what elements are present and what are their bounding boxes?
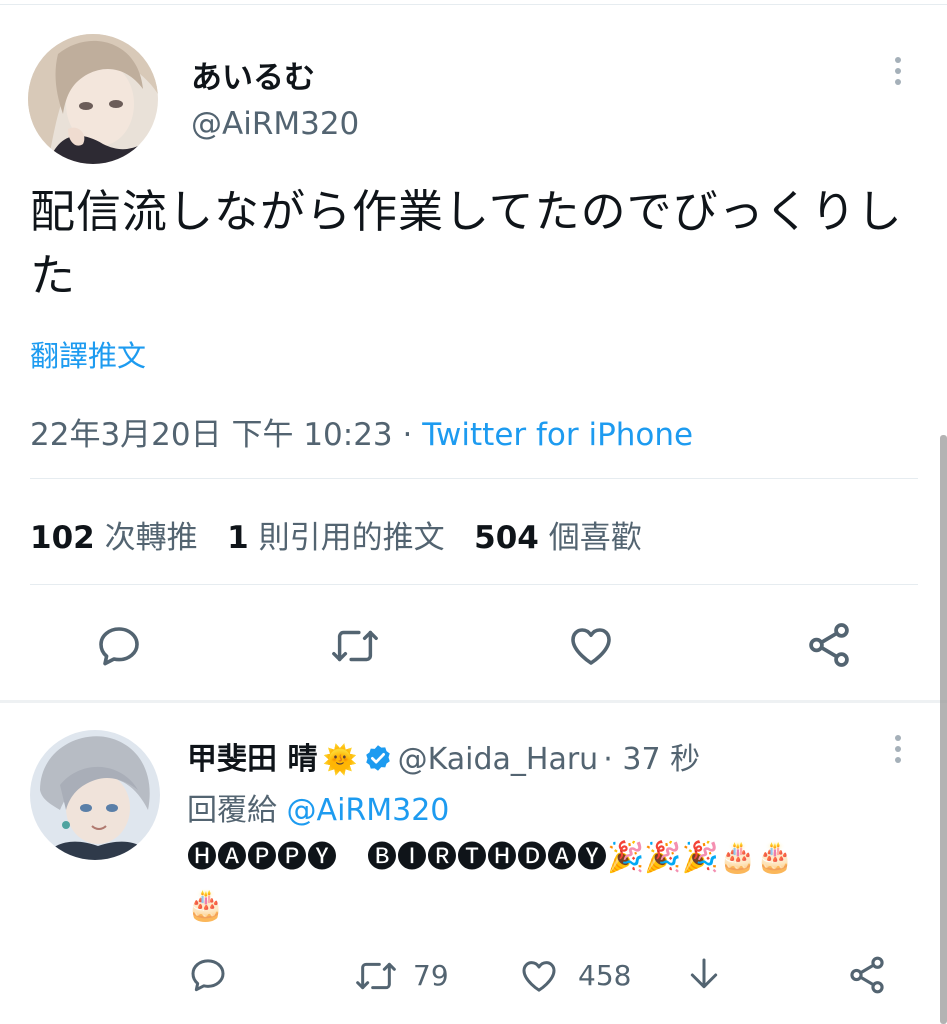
sun-emoji: 🌞 [322, 743, 358, 776]
reply-reply-button[interactable] [188, 955, 228, 995]
top-divider [0, 4, 947, 5]
download-arrow-icon [690, 958, 718, 989]
likes-count: 504 [474, 520, 539, 556]
replying-to: 回覆給 @AiRM320 [187, 785, 449, 829]
reply-icon [191, 959, 225, 992]
retweets-label: 次轉推 [104, 520, 198, 556]
retweets-stat[interactable]: 102 次轉推 [30, 520, 198, 556]
tweet-separator [0, 700, 947, 703]
verified-badge-icon [363, 743, 393, 777]
quotes-stat[interactable]: 1 則引用的推文 [227, 520, 444, 556]
tweet-timestamp[interactable]: 22年3月20日 下午 10:23 · [30, 417, 422, 453]
like-icon [571, 628, 611, 665]
tweet-stats: 102 次轉推 1 則引用的推文 504 個喜歡 [30, 512, 642, 557]
retweet-button[interactable] [330, 622, 380, 670]
reply-more-options-icon[interactable] [895, 735, 901, 768]
reply-download-button[interactable] [684, 954, 724, 996]
reply-button[interactable] [95, 622, 143, 670]
reply-display-name[interactable]: 甲斐田 晴 [187, 742, 317, 777]
likes-stat[interactable]: 504 個喜歡 [474, 520, 642, 556]
reply-like-button[interactable] [518, 956, 560, 996]
likes-label: 個喜歡 [548, 520, 642, 556]
reply-share-button[interactable] [846, 954, 888, 996]
reply-retweet-button[interactable] [354, 956, 398, 996]
reply-icon [99, 627, 139, 666]
author-avatar[interactable] [28, 34, 158, 164]
reply-text-line-2: 🎂 [187, 888, 225, 923]
share-icon [850, 956, 884, 994]
like-icon [522, 961, 556, 992]
replying-to-label: 回覆給 [187, 793, 287, 828]
quotes-count: 1 [227, 520, 249, 556]
quotes-label: 則引用的推文 [258, 520, 445, 556]
tweet-text: 配信流しながら作業してたのでびっくりした [30, 185, 903, 302]
retweets-count: 102 [30, 520, 95, 556]
reply-header: 甲斐田 晴 🌞 @Kaida_Haru · 37 秒 [187, 734, 700, 778]
share-button[interactable] [804, 620, 854, 670]
translate-link[interactable]: 翻譯推文 [30, 333, 146, 375]
reply-time[interactable]: · 37 秒 [603, 742, 700, 777]
reply-like-count: 458 [578, 959, 632, 992]
like-button[interactable] [566, 622, 616, 670]
retweet-icon [332, 630, 378, 662]
reply-handle[interactable]: @Kaida_Haru [398, 742, 599, 777]
tweet-source-link[interactable]: Twitter for iPhone [422, 417, 693, 453]
author-handle[interactable]: @AiRM320 [191, 106, 359, 142]
share-icon [809, 623, 849, 667]
reply-author-avatar[interactable] [30, 730, 160, 860]
replying-to-mention[interactable]: @AiRM320 [287, 793, 450, 828]
scrollbar[interactable] [940, 435, 947, 1024]
reply-retweet-count: 79 [413, 959, 449, 992]
divider [30, 478, 918, 479]
retweet-icon [356, 962, 396, 990]
author-display-name[interactable]: あいるむ [191, 52, 315, 97]
tweet-meta: 22年3月20日 下午 10:23 · Twitter for iPhone [30, 409, 693, 454]
reply-text-line-1: 🅗🅐🅟🅟🅨 🅑🅘🅡🅣🅗🅓🅐🅨🎉🎉🎉🎂🎂 [187, 840, 794, 875]
more-options-icon[interactable] [895, 57, 901, 90]
divider [30, 584, 918, 585]
